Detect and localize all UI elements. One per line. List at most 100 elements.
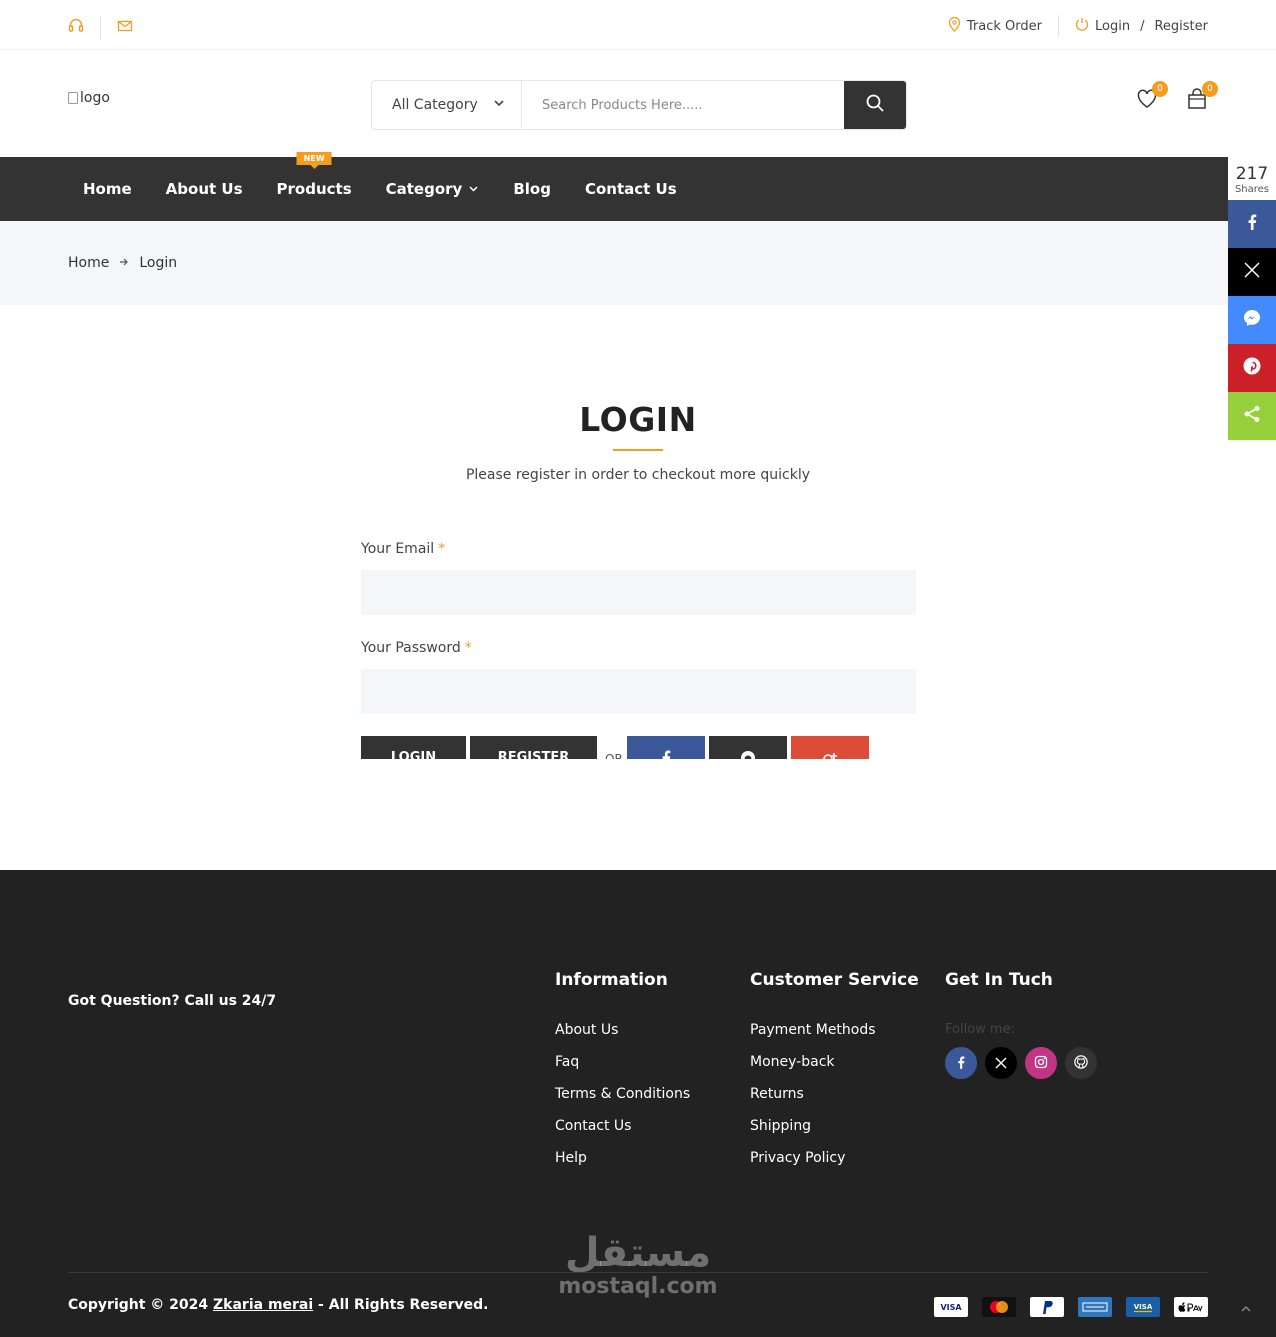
footer-link-contact-us[interactable]: Contact Us — [555, 1118, 631, 1134]
search-placeholder: Search Products Here..... — [542, 97, 703, 113]
footer-link-payment-methods[interactable]: Payment Methods — [750, 1022, 876, 1038]
share-messenger-button[interactable] — [1228, 296, 1276, 344]
share-count-number: 217 — [1235, 164, 1269, 184]
github-icon — [1074, 1054, 1088, 1073]
facebook-login-button[interactable] — [626, 736, 705, 759]
search-input[interactable]: Search Products Here..... — [522, 81, 844, 129]
auth-links: Login / Register — [1075, 17, 1208, 35]
top-bar: Track Order Login / Register — [0, 0, 1276, 50]
wishlist-count-badge: 0 — [1152, 81, 1168, 97]
breadcrumb-current: Login — [139, 255, 178, 271]
nav-item-home[interactable]: Home — [83, 180, 132, 198]
facebook-icon — [1243, 213, 1261, 235]
track-order-label: Track Order — [966, 18, 1042, 34]
chevron-down-icon — [468, 180, 479, 198]
search-bar: All Category Search Products Here..... — [371, 80, 907, 130]
share-facebook-button[interactable] — [1228, 200, 1276, 248]
social-x-link[interactable] — [985, 1047, 1017, 1079]
nav-item-category[interactable]: Category — [386, 180, 480, 198]
power-icon — [1075, 17, 1089, 35]
footer-get-in-touch: Get In Tuch Follow me: — [945, 970, 1097, 1079]
register-link[interactable]: Register — [1154, 19, 1208, 34]
shopping-bag-icon — [1186, 88, 1208, 114]
footer-customer-service: Customer Service Payment Methods Money-b… — [750, 970, 919, 1182]
share-sidebar: 217 Shares — [1228, 159, 1276, 440]
footer-link-returns[interactable]: Returns — [750, 1086, 804, 1102]
email-field[interactable] — [361, 570, 916, 615]
mostaql-watermark: مستقل mostaql.com — [558, 1232, 718, 1299]
broken-image-icon — [68, 92, 78, 104]
site-logo[interactable]: logo — [68, 90, 110, 106]
social-facebook-link[interactable] — [945, 1047, 977, 1079]
svg-text:VISA: VISA — [1134, 1303, 1153, 1311]
social-github-link[interactable] — [1065, 1047, 1097, 1079]
logo-alt-text: logo — [80, 90, 110, 106]
cart-count-badge: 0 — [1202, 81, 1218, 97]
register-button[interactable]: REGISTER — [470, 736, 597, 759]
social-instagram-link[interactable] — [1025, 1047, 1057, 1079]
copyright-prefix: Copyright © 2024 — [68, 1297, 214, 1313]
footer-link-help[interactable]: Help — [555, 1150, 587, 1166]
github-login-button[interactable] — [708, 736, 787, 759]
nav-item-contact-us[interactable]: Contact Us — [585, 180, 677, 198]
x-icon — [995, 1054, 1007, 1073]
footer-information: Information About Us Faq Terms & Conditi… — [555, 970, 690, 1182]
nav-item-about-us[interactable]: About Us — [166, 180, 243, 198]
mail-icon[interactable] — [117, 18, 133, 38]
nav-item-label: Category — [385, 180, 463, 198]
password-label: Your Password * — [361, 640, 472, 656]
cart-button[interactable]: 0 — [1186, 81, 1218, 110]
paypal-icon — [1030, 1297, 1064, 1317]
footer-link-shipping[interactable]: Shipping — [750, 1118, 811, 1134]
github-icon — [740, 750, 756, 759]
main-nav: Home About Us NEW Products Category Blog… — [0, 152, 1228, 221]
nav-item-products[interactable]: NEW Products — [276, 152, 352, 198]
category-select-value: All Category — [392, 97, 478, 113]
auth-separator: / — [1140, 18, 1145, 34]
email-label-text: Your Email — [361, 541, 435, 557]
form-actions: LOGIN REGISTER OR — [361, 736, 873, 759]
visa-electron-card-icon: VISA — [1126, 1297, 1160, 1317]
share-x-button[interactable] — [1228, 248, 1276, 296]
footer-link-faq[interactable]: Faq — [555, 1054, 579, 1070]
copyright-author-link[interactable]: Zkaria merai — [213, 1297, 313, 1313]
watermark-arabic: مستقل — [564, 1230, 712, 1276]
back-to-top-button[interactable] — [1240, 1300, 1252, 1319]
location-pin-icon — [948, 16, 961, 36]
footer-link-about-us[interactable]: About Us — [555, 1022, 618, 1038]
footer-link-terms[interactable]: Terms & Conditions — [555, 1086, 690, 1102]
copyright-suffix: - All Rights Reserved. — [313, 1297, 489, 1313]
wishlist-button[interactable]: 0 — [1136, 81, 1168, 110]
share-pinterest-button[interactable] — [1228, 344, 1276, 392]
category-select[interactable]: All Category — [372, 81, 522, 129]
search-icon — [865, 93, 885, 117]
top-bar-contact — [68, 16, 133, 40]
nav-item-label: Products — [276, 180, 352, 198]
breadcrumb-home[interactable]: Home — [68, 255, 109, 271]
footer-link-privacy-policy[interactable]: Privacy Policy — [750, 1150, 845, 1166]
required-mark: * — [438, 541, 446, 557]
chevron-down-icon — [493, 97, 505, 113]
social-links — [945, 1047, 1097, 1079]
password-field[interactable] — [361, 669, 916, 714]
login-link[interactable]: Login — [1095, 19, 1130, 34]
facebook-icon — [957, 1054, 965, 1073]
headset-icon[interactable] — [68, 18, 84, 38]
footer: Got Question? Call us 24/7 Information A… — [0, 870, 1276, 1337]
nav-item-label: Contact Us — [584, 180, 677, 198]
arrow-right-icon — [119, 255, 129, 271]
footer-link-money-back[interactable]: Money-back — [750, 1054, 835, 1070]
login-button-label: LOGIN — [390, 750, 437, 759]
footer-divider — [68, 1272, 1208, 1273]
heart-icon — [1136, 89, 1158, 114]
apple-pay-icon — [1174, 1297, 1208, 1317]
header-actions: 0 0 — [1136, 81, 1218, 110]
search-button[interactable] — [844, 81, 906, 129]
login-button[interactable]: LOGIN — [361, 736, 466, 759]
nav-item-blog[interactable]: Blog — [513, 180, 551, 198]
instagram-icon — [1034, 1054, 1048, 1073]
track-order-link[interactable]: Track Order — [948, 16, 1042, 36]
google-plus-login-button[interactable] — [790, 736, 869, 759]
pinterest-icon — [1242, 356, 1262, 380]
follow-label: Follow me: — [945, 1022, 1015, 1037]
